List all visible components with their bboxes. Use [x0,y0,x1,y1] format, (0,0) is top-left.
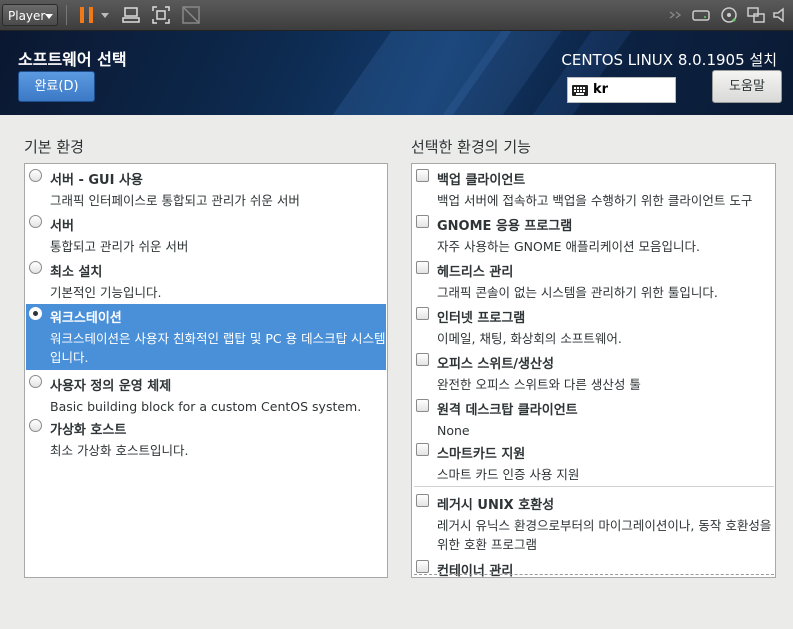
checkbox[interactable] [416,443,429,456]
addon-description: 그래픽 콘솔이 없는 시스템을 관리하기 위한 툴입니다. [437,285,718,300]
addon-description: None [437,423,470,438]
environment-option[interactable]: 최소 설치 기본적인 기능입니다. [26,258,386,304]
addon-option[interactable]: 헤드리스 관리 그래픽 콘솔이 없는 시스템을 관리하기 위한 툴입니다. [413,258,775,304]
chevron-down-icon [45,14,53,19]
base-environment-list: 서버 - GUI 사용 그래픽 인터페이스로 통합되고 관리가 쉬운 서버 서버… [24,163,388,578]
player-menu-label: Player [8,9,46,23]
checkbox[interactable] [416,353,429,366]
environment-name: 최소 설치 [50,265,103,280]
addon-option[interactable]: GNOME 응용 프로그램 자주 사용하는 GNOME 애플리케이션 모음입니다… [413,212,775,258]
addon-description: 자주 사용하는 GNOME 애플리케이션 모음입니다. [437,239,700,254]
radio-button[interactable] [29,215,42,228]
environment-option[interactable]: 사용자 정의 운영 체제 Basic building block for a … [26,372,386,416]
environment-description: 그래픽 인터페이스로 통합되고 관리가 쉬운 서버 [50,193,300,208]
player-menu-button[interactable]: Player [2,4,58,26]
sound-icon[interactable] [770,4,792,26]
environment-option-selected[interactable]: 워크스테이션 워크스테이션은 사용자 친화적인 랩탑 및 PC 용 데스크탑 시… [26,304,386,370]
checkbox[interactable] [416,215,429,228]
environment-description: 최소 가상화 호스트입니다. [50,443,189,458]
done-button[interactable]: 완료(D) [18,71,95,102]
checkbox[interactable] [416,494,429,507]
environment-name: 워크스테이션 [50,311,122,326]
keyboard-icon [572,85,588,96]
cd-icon[interactable] [718,4,740,26]
environment-option[interactable]: 가상화 호스트 최소 가상화 호스트입니다. [26,416,386,460]
pause-icon[interactable] [76,4,98,26]
addon-option[interactable]: 오피스 스위트/생산성 완전한 오피스 스위트와 다른 생산성 툴 [413,350,775,396]
fit-guest-icon[interactable] [150,4,172,26]
dropdown-icon[interactable] [98,4,112,26]
checkbox[interactable] [416,261,429,274]
checkbox[interactable] [416,560,429,573]
addon-option[interactable]: 스마트카드 지원 스마트 카드 인증 사용 지원 [413,440,775,484]
radio-button[interactable] [29,261,42,274]
environment-description: 통합되고 관리가 쉬운 서버 [50,239,189,254]
checkbox[interactable] [416,169,429,182]
radio-button-selected[interactable] [29,307,42,320]
unity-icon[interactable] [180,4,202,26]
addon-name: 컨테이너 관리 [437,564,514,578]
addon-name: 원격 데스크탑 클라이언트 [437,403,578,418]
checkbox[interactable] [416,399,429,412]
addons-heading: 선택한 환경의 기능 [411,138,531,156]
keyboard-layout-indicator[interactable]: kr [567,77,676,103]
addon-description: 완전한 오피스 스위트와 다른 생산성 툴 [437,377,641,392]
addons-list: 백업 클라이언트 백업 서버에 접속하고 백업을 수행하기 위한 클라이언트 도… [411,163,776,578]
forward-icon[interactable] [666,4,688,26]
page-title: 소프트웨어 선택 [18,50,127,69]
radio-button[interactable] [29,169,42,182]
addon-name: 오피스 스위트/생산성 [437,357,554,372]
checkbox[interactable] [416,307,429,320]
addon-name: 백업 클라이언트 [437,173,526,188]
addon-name: 헤드리스 관리 [437,265,514,280]
addon-name: GNOME 응용 프로그램 [437,219,573,234]
base-environment-heading: 기본 환경 [24,138,84,156]
help-button[interactable]: 도움말 [712,70,782,103]
network-icon[interactable] [745,4,767,26]
radio-button[interactable] [29,375,42,388]
addon-option[interactable]: 원격 데스크탑 클라이언트 None [413,396,775,438]
addon-name: 인터넷 프로그램 [437,311,526,326]
addon-description: 레거시 유닉스 환경으로부터의 마이그레이션이나, 동작 호환성을 위한 호환 … [437,518,772,552]
environment-description: Basic building block for a custom CentOS… [50,399,362,414]
addon-option[interactable]: 인터넷 프로그램 이메일, 채팅, 화상회의 소프트웨어. [413,304,775,350]
environment-option[interactable]: 서버 통합되고 관리가 쉬운 서버 [26,212,386,258]
scroll-edge-indicator [414,574,774,575]
environment-name: 가상화 호스트 [50,423,127,438]
addon-description: 스마트 카드 인증 사용 지원 [437,467,580,482]
keyboard-layout-label: kr [593,82,609,97]
environment-name: 사용자 정의 운영 체제 [50,379,172,394]
send-ctrl-alt-del-icon[interactable] [120,4,142,26]
addon-option[interactable]: 백업 클라이언트 백업 서버에 접속하고 백업을 수행하기 위한 클라이언트 도… [413,166,775,212]
product-title: CENTOS LINUX 8.0.1905 설치 [561,51,777,69]
installer-header: 소프트웨어 선택 완료(D) CENTOS LINUX 8.0.1905 설치 … [0,31,793,115]
environment-description: 워크스테이션은 사용자 친화적인 랩탑 및 PC 용 데스크탑 시스템입니다. [50,331,386,365]
addon-option[interactable]: 레거시 UNIX 호환성 레거시 유닉스 환경으로부터의 마이그레이션이나, 동… [413,491,775,553]
addon-description: 이메일, 채팅, 화상회의 소프트웨어. [437,331,622,346]
environment-option[interactable]: 서버 - GUI 사용 그래픽 인터페이스로 통합되고 관리가 쉬운 서버 [26,166,386,212]
environment-name: 서버 - GUI 사용 [50,173,143,188]
addon-description: 백업 서버에 접속하고 백업을 수행하기 위한 클라이언트 도구 [437,193,753,208]
player-toolbar: Player [0,0,793,31]
environment-name: 서버 [50,219,74,234]
hard-disk-icon[interactable] [690,4,712,26]
addon-group-divider [414,486,774,487]
toolbar-divider [66,5,67,25]
radio-button[interactable] [29,419,42,432]
environment-description: 기본적인 기능입니다. [50,285,162,300]
addon-name: 레거시 UNIX 호환성 [437,498,555,513]
addon-name: 스마트카드 지원 [437,447,526,462]
